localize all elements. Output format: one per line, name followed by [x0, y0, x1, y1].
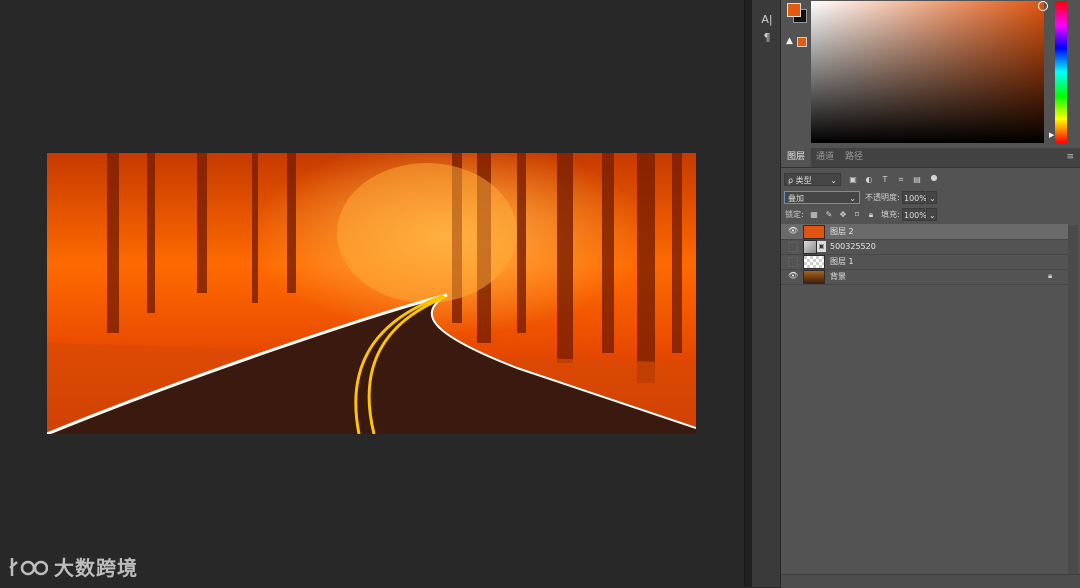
opacity-dropdown-icon[interactable]: ⌄ — [926, 191, 937, 204]
eye-visibility-icon[interactable]: 👁︎ — [788, 271, 798, 281]
blend-row: 叠加 ⌄ 不透明度: 100% ⌄ — [781, 189, 1080, 207]
filter-kind-select[interactable]: ρ 类型 ⌄ — [784, 173, 841, 186]
panel-tab-bar: 图层 通道 路径 ≡ — [781, 148, 1080, 168]
gamut-color-swatch[interactable] — [797, 37, 807, 47]
tab-channels[interactable]: 通道 — [810, 148, 840, 167]
lock-artboard-icon[interactable]: ⌑ — [852, 210, 862, 220]
hue-slider[interactable] — [1055, 1, 1067, 143]
lock-all-icon[interactable]: 🔒︎ — [866, 210, 876, 220]
color-picker-field[interactable] — [811, 1, 1044, 143]
chevron-down-icon: ⌄ — [849, 194, 856, 203]
filter-kind-value: ρ 类型 — [788, 176, 812, 185]
layers-footer-bar — [781, 574, 1080, 588]
paragraph-panel-icon[interactable]: ¶ — [758, 30, 776, 46]
tab-paths[interactable]: 路径 — [839, 148, 869, 167]
chevron-down-icon: ⌄ — [830, 176, 837, 185]
visibility-toggle-off[interactable] — [788, 242, 798, 252]
watermark: 大数跨境 — [8, 552, 138, 581]
layers-panel: 图层 通道 路径 ≡ ρ 类型 ⌄ ▣ ◐ T ⌗ ▤ ● 叠加 ⌄ 不透明度:… — [781, 148, 1080, 588]
blend-mode-select[interactable]: 叠加 ⌄ — [784, 191, 860, 204]
layer-thumbnail[interactable] — [803, 270, 825, 284]
road-illustration — [47, 153, 696, 434]
watermark-logo-icon — [9, 557, 48, 576]
layer-thumbnail[interactable] — [803, 225, 825, 239]
lock-position-icon[interactable]: ✥ — [838, 210, 848, 220]
smart-object-filter-icon[interactable]: ▤ — [912, 175, 922, 185]
layer-thumbnail[interactable] — [803, 255, 825, 269]
layer-name[interactable]: 500325520 — [830, 239, 876, 254]
layer-thumbnail[interactable] — [803, 240, 817, 254]
right-panel-dock: ▲ ▶ 图层 通道 路径 ≡ ρ 类型 ⌄ ▣ ◐ T ⌗ ▤ ● 叠加 ⌄ 不… — [781, 0, 1080, 588]
layer-name[interactable]: 图层 2 — [830, 224, 854, 239]
fill-label: 填充: — [881, 210, 900, 219]
lock-image-icon[interactable]: ✎ — [824, 210, 834, 220]
foreground-color-swatch[interactable] — [787, 3, 801, 17]
opacity-label: 不透明度: — [865, 193, 900, 202]
fill-input[interactable]: 100% — [902, 208, 927, 221]
fill-dropdown-icon[interactable]: ⌄ — [926, 208, 937, 221]
watermark-text: 大数跨境 — [54, 556, 138, 580]
document-canvas[interactable]: 大数跨境 — [0, 0, 744, 587]
opacity-input[interactable]: 100% — [902, 191, 927, 204]
character-panel-icon[interactable]: A| — [758, 12, 776, 28]
layer-row-background[interactable]: 👁︎ 背景 🔒︎ — [781, 269, 1068, 285]
color-panel: ▲ ▶ — [781, 0, 1080, 148]
layer-filter-row: ρ 类型 ⌄ ▣ ◐ T ⌗ ▤ ● — [781, 171, 1080, 189]
color-picker-ring-icon[interactable] — [1038, 1, 1048, 11]
filter-toggle-icon[interactable]: ● — [929, 173, 939, 183]
tab-layers[interactable]: 图层 — [781, 148, 812, 167]
visibility-toggle-off[interactable] — [788, 257, 798, 267]
adjustment-filter-icon[interactable]: ◐ — [864, 175, 874, 185]
document-image-autumn-road[interactable] — [47, 153, 696, 434]
type-filter-icon[interactable]: T — [880, 175, 890, 185]
eye-visibility-icon[interactable]: 👁︎ — [788, 226, 798, 236]
layer-row-layer-1[interactable]: 图层 1 — [781, 254, 1068, 270]
layers-scrollbar[interactable] — [1068, 225, 1078, 585]
blend-mode-value: 叠加 — [788, 194, 804, 203]
lock-icon: 🔒︎ — [1048, 271, 1053, 280]
hue-slider-marker-icon[interactable]: ▶ — [1049, 131, 1054, 139]
collapsed-panel-strip: A| ¶ — [752, 0, 781, 587]
out-of-gamut-warning-icon[interactable]: ▲ — [786, 36, 796, 46]
smart-object-badge-icon: ▣ — [817, 241, 826, 252]
pixel-filter-icon[interactable]: ▣ — [848, 175, 858, 185]
lock-row: 锁定: ▦ ✎ ✥ ⌑ 🔒︎ 填充: 100% ⌄ — [781, 206, 1080, 224]
shape-filter-icon[interactable]: ⌗ — [896, 175, 906, 185]
layer-row-smart-object[interactable]: ▣ 500325520 — [781, 239, 1068, 255]
lock-transparency-icon[interactable]: ▦ — [809, 210, 819, 220]
layer-name[interactable]: 背景 — [830, 269, 846, 284]
panel-menu-icon[interactable]: ≡ — [1066, 152, 1074, 162]
layer-name[interactable]: 图层 1 — [830, 254, 854, 269]
layer-row-layer-2[interactable]: 👁︎ 图层 2 — [781, 224, 1068, 240]
lock-label: 锁定: — [785, 210, 804, 219]
